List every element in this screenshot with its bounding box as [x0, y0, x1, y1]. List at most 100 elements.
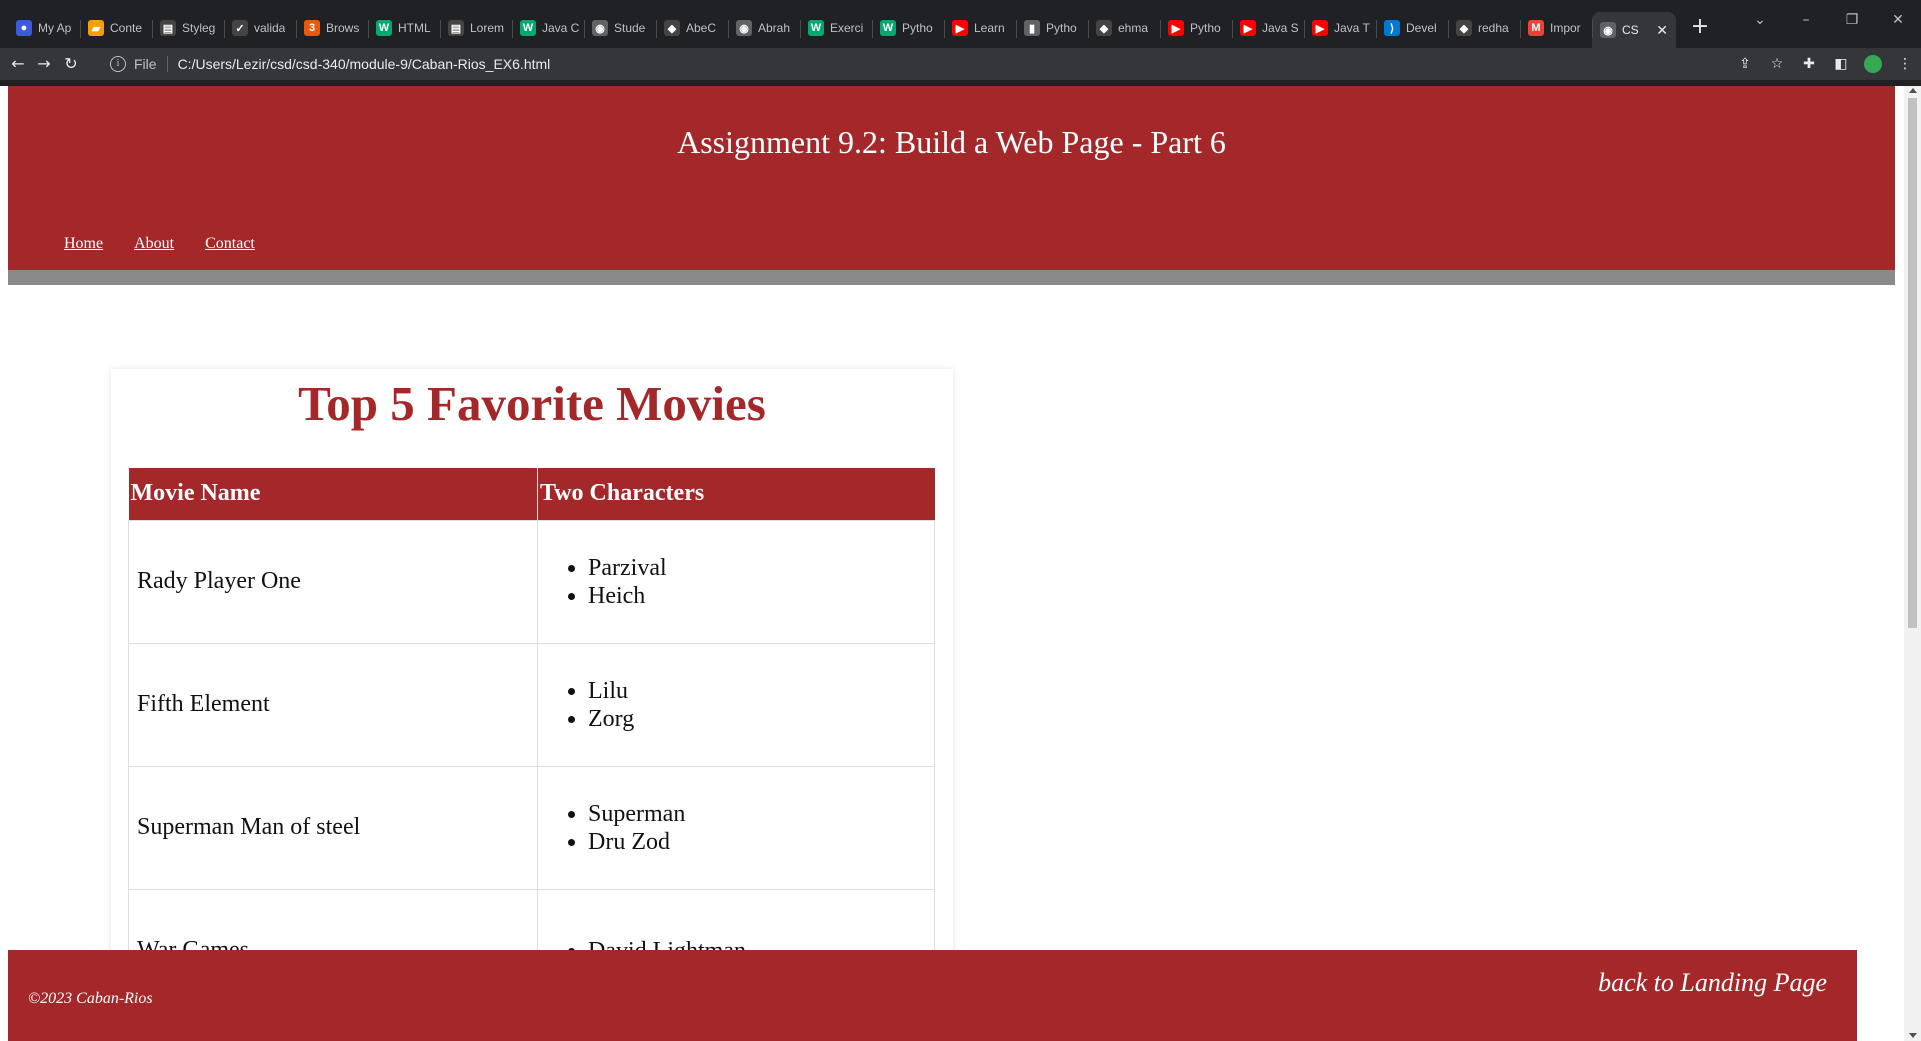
character-item: Heich — [588, 582, 934, 610]
table-row: Superman Man of steel SupermanDru Zod — [128, 765, 935, 890]
extensions-icon[interactable]: ✚ — [1793, 48, 1825, 80]
nav-contact-link[interactable]: Contact — [205, 235, 255, 253]
globe-icon: ◉ — [736, 20, 752, 36]
browser-tab[interactable]: ◆ ehma — [1088, 12, 1160, 44]
restore-icon[interactable]: ❐ — [1829, 0, 1875, 40]
profile-avatar[interactable] — [1857, 48, 1889, 80]
tab-title: Lorem — [470, 21, 505, 35]
site-info-icon[interactable]: i — [110, 56, 126, 72]
side-panel-icon[interactable]: ◧ — [1825, 48, 1857, 80]
character-item: Parzival — [588, 554, 934, 582]
header-divider-bar — [8, 270, 1895, 285]
characters-list: SupermanDru Zod — [564, 800, 934, 856]
scroll-up-arrow-icon[interactable] — [1909, 88, 1917, 93]
character-item: Lilu — [588, 677, 934, 705]
browser-tab[interactable]: ▶ Java T — [1304, 12, 1376, 44]
tab-title: Exerci — [830, 21, 864, 35]
column-header-two-characters: Two Characters — [537, 468, 935, 520]
nav-about-link[interactable]: About — [134, 235, 174, 253]
tab-title: Stude — [614, 21, 646, 35]
page-viewport: Assignment 9.2: Build a Web Page - Part … — [0, 86, 1921, 1041]
close-tab-icon[interactable]: ✕ — [1656, 22, 1668, 39]
site-header: Assignment 9.2: Build a Web Page - Part … — [8, 86, 1895, 270]
tab-title: Pytho — [1046, 21, 1077, 35]
browser-tab[interactable]: W Pytho — [872, 12, 944, 44]
validator-icon: ✓ — [232, 20, 248, 36]
circle-badge-icon: ● — [16, 20, 32, 36]
characters-list: ParzivalHeich — [564, 554, 934, 610]
browser-tab[interactable]: ◆ redha — [1448, 12, 1520, 44]
new-tab-button[interactable]: + — [1686, 14, 1714, 42]
browser-tab[interactable]: 3 Brows — [296, 12, 368, 44]
characters-cell: ParzivalHeich — [537, 519, 935, 644]
document-icon: ▤ — [448, 20, 464, 36]
browser-tab[interactable]: ▶ Java S — [1232, 12, 1304, 44]
site-footer: ©2023 Caban-Rios back to Landing Page — [8, 950, 1857, 1041]
forward-icon[interactable]: → — [32, 52, 56, 76]
gmail-icon: M — [1528, 20, 1544, 36]
tab-title: Brows — [326, 21, 360, 35]
canvas-icon: ▰ — [88, 20, 104, 36]
browser-tab[interactable]: W Java C — [512, 12, 584, 44]
browser-tab[interactable]: ⟩ Devel — [1376, 12, 1448, 44]
movie-name-cell: Fifth Element — [128, 642, 538, 767]
youtube-icon: ▶ — [1168, 20, 1184, 36]
movie-name-cell: Superman Man of steel — [128, 765, 538, 890]
browser-tab[interactable]: ✓ valida — [224, 12, 296, 44]
page-scrollbar[interactable] — [1904, 86, 1921, 1041]
characters-cell: SupermanDru Zod — [537, 765, 935, 890]
minimize-icon[interactable]: – — [1783, 0, 1829, 40]
browser-tab[interactable]: ▶ Learn — [944, 12, 1016, 44]
browser-tab[interactable]: ▶ Pytho — [1160, 12, 1232, 44]
browser-tab[interactable]: ▤ Lorem — [440, 12, 512, 44]
movies-table-body: Rady Player One ParzivalHeich Fifth Elemen… — [128, 519, 935, 1013]
menu-kebab-icon[interactable]: ⋮ — [1889, 48, 1921, 80]
w3schools-icon: W — [880, 20, 896, 36]
scrollbar-thumb[interactable] — [1908, 98, 1917, 628]
browser-tab[interactable]: ◆ AbeC — [656, 12, 728, 44]
browser-tab[interactable]: W HTML — [368, 12, 440, 44]
browser-toolbar: ← → ↻ i File C:/Users/Lezir/csd/csd-340/… — [0, 48, 1921, 80]
tab-title: Java S — [1262, 21, 1299, 35]
w3schools-icon: W — [376, 20, 392, 36]
browser-tab[interactable]: ◉ Abrah — [728, 12, 800, 44]
site-nav: Home About Contact — [64, 235, 255, 253]
tab-title: Devel — [1406, 21, 1437, 35]
movie-name-cell: Rady Player One — [128, 519, 538, 644]
address-scheme: File — [134, 56, 157, 72]
back-icon[interactable]: ← — [6, 52, 30, 76]
nav-home-link[interactable]: Home — [64, 235, 103, 253]
tab-title: Impor — [1550, 21, 1581, 35]
browser-tab[interactable]: ● My Ap — [8, 12, 80, 44]
bookmark-star-icon[interactable]: ☆ — [1761, 48, 1793, 80]
browser-tab[interactable]: ▤ Styleg — [152, 12, 224, 44]
github-icon: ◆ — [1096, 20, 1112, 36]
close-window-icon[interactable]: ✕ — [1875, 0, 1921, 40]
tab-title: HTML — [398, 21, 431, 35]
back-to-landing-link[interactable]: back to Landing Page — [1598, 968, 1827, 998]
address-bar[interactable]: i File C:/Users/Lezir/csd/csd-340/module… — [110, 50, 1740, 78]
scroll-down-arrow-icon[interactable] — [1909, 1033, 1917, 1038]
browser-tab[interactable]: ▮ Pytho — [1016, 12, 1088, 44]
address-url[interactable]: C:/Users/Lezir/csd/csd-340/module-9/Caba… — [178, 56, 551, 72]
share-icon[interactable]: ⇪ — [1729, 48, 1761, 80]
browser-tab[interactable]: M Impor — [1520, 12, 1592, 44]
reload-icon[interactable]: ↻ — [59, 52, 83, 76]
active-browser-tab[interactable]: ◉ CS ✕ — [1592, 12, 1676, 48]
tab-title: Learn — [974, 21, 1005, 35]
column-header-movie-name: Movie Name — [128, 468, 538, 520]
tab-title: Pytho — [1190, 21, 1221, 35]
tab-title: valida — [254, 21, 286, 35]
character-item: Zorg — [588, 705, 934, 733]
table-header-row: Movie Name Two Characters — [128, 468, 935, 520]
movies-heading: Top 5 Favorite Movies — [298, 376, 766, 431]
tab-search-icon[interactable]: ⌄ — [1737, 0, 1783, 40]
characters-cell: LiluZorg — [537, 642, 935, 767]
browser-tab[interactable]: W Exerci — [800, 12, 872, 44]
browser-tab[interactable]: ◉ Stude — [584, 12, 656, 44]
tab-title: Java C — [542, 21, 580, 35]
browser-tab[interactable]: ▰ Conte — [80, 12, 152, 44]
table-row: Fifth Element LiluZorg — [128, 642, 935, 767]
window-controls: ⌄ – ❐ ✕ — [1737, 0, 1921, 40]
characters-list: LiluZorg — [564, 677, 934, 733]
